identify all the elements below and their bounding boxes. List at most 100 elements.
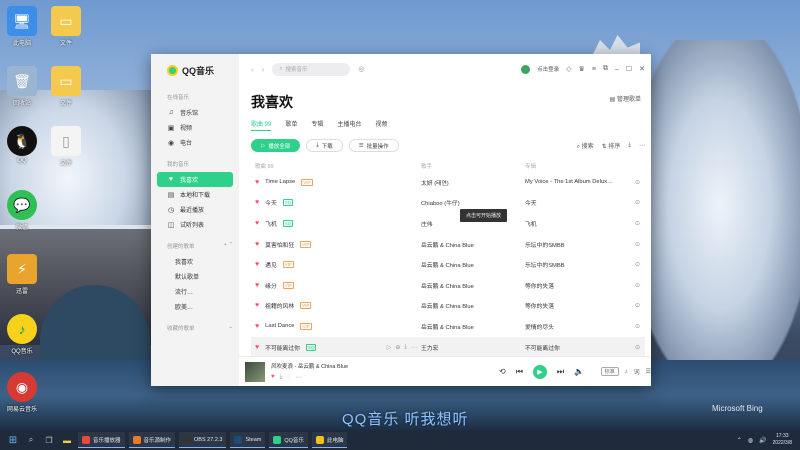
playlist-item[interactable]: 默认歌单 bbox=[157, 269, 233, 284]
search-icon[interactable]: ⌕ bbox=[24, 435, 38, 445]
heart-icon[interactable]: ♥ bbox=[255, 323, 259, 330]
quality-button[interactable]: 标准 bbox=[600, 367, 619, 376]
heart-icon[interactable]: ♥ bbox=[255, 261, 259, 268]
batch-operation-button[interactable]: ☰ 批量操作 bbox=[348, 139, 399, 152]
song-artist[interactable]: 岳云鹏 & China Blue bbox=[421, 281, 525, 290]
vip-icon[interactable]: ◇ bbox=[566, 65, 571, 73]
song-artist[interactable]: 岳云鹏 & China Blue bbox=[421, 301, 525, 310]
taskbar-app[interactable]: 音乐播放器 bbox=[78, 432, 125, 448]
desktop-icon-folder-1[interactable]: ▭ 文件 bbox=[44, 6, 88, 47]
sidebar-item-recent[interactable]: ◷ 最近播放 bbox=[157, 202, 233, 217]
forward-arrow-icon[interactable]: › bbox=[262, 65, 265, 74]
more-icon[interactable]: ⊙ bbox=[635, 199, 645, 206]
heart-icon[interactable]: ♥ bbox=[255, 220, 259, 227]
desktop-icon-this-pc[interactable]: 🖥 此电脑 bbox=[0, 6, 44, 47]
desktop-icon-xunlei[interactable]: ⚡ 迅雷 bbox=[0, 254, 44, 295]
next-icon[interactable]: ⏭ bbox=[557, 367, 564, 377]
song-title[interactable]: Last Dance bbox=[265, 323, 294, 329]
table-row[interactable]: ♥ 莫害怕和狂 VIP 岳云鹏 & China Blue 乐坛中的SMBB ⊙ bbox=[251, 234, 645, 255]
table-row[interactable]: ♥ 遇见 VIP 岳云鹏 & China Blue 乐坛中的SMBB ⊙ bbox=[251, 254, 645, 275]
song-artist[interactable]: 岳云鹏 & China Blue bbox=[421, 240, 525, 249]
more-icon[interactable]: ⋯ bbox=[296, 374, 302, 381]
search-in-list-button[interactable]: ⌕ 搜索 bbox=[577, 141, 594, 151]
song-title[interactable]: Time Lapse bbox=[265, 179, 295, 185]
download-icon[interactable]: ⤓ bbox=[628, 142, 631, 149]
loop-icon[interactable]: ⟲ bbox=[499, 367, 506, 376]
sidebar-item-favorites[interactable]: ♥ 我喜欢 bbox=[157, 172, 233, 187]
sidebar-item-video[interactable]: ▣ 视频 bbox=[157, 120, 233, 135]
song-album[interactable]: 今天 bbox=[525, 198, 635, 207]
chevron-down-icon[interactable]: ⌄ bbox=[228, 324, 233, 332]
tab-playlists[interactable]: 歌单 bbox=[285, 119, 297, 131]
song-title[interactable]: 缘分 bbox=[265, 281, 277, 290]
song-title[interactable]: 遇见 bbox=[265, 260, 277, 269]
song-title[interactable]: 祖籍的风林 bbox=[265, 301, 294, 310]
maximize-icon[interactable]: ☐ bbox=[626, 65, 632, 73]
task-view-icon[interactable]: ❐ bbox=[42, 436, 56, 445]
now-playing-title[interactable]: 风吹麦浪 - 岳云鹏 & China Blue bbox=[271, 362, 348, 370]
column-header-title[interactable]: 歌曲 99 bbox=[255, 162, 421, 172]
song-album[interactable]: 飞机 bbox=[525, 219, 635, 228]
desktop-icon-wechat[interactable]: 💬 微信 bbox=[0, 190, 44, 231]
login-link[interactable]: 点击登录 bbox=[537, 65, 559, 73]
avatar[interactable] bbox=[521, 64, 531, 74]
column-header-album[interactable]: 专辑 bbox=[525, 162, 635, 172]
play-all-button[interactable]: ▷ 播放全部 bbox=[251, 139, 301, 152]
minimize-icon[interactable]: – bbox=[615, 66, 619, 73]
desktop-icon-folder-2[interactable]: ▭ 文件 bbox=[44, 66, 88, 107]
close-icon[interactable]: ✕ bbox=[639, 65, 645, 73]
song-artist[interactable]: 岳云鹏 & China Blue bbox=[421, 322, 525, 331]
back-arrow-icon[interactable]: ‹ bbox=[251, 65, 254, 74]
table-row[interactable]: ♥ 不可能离过你 SQ ▷ ⊕ ⤓ ⋯ 王力宏 不可能离过你 ⊙ bbox=[251, 336, 645, 358]
sidebar-item-music-hall[interactable]: ♫ 音乐馆 bbox=[157, 105, 233, 120]
playlist-item[interactable]: 欧美… bbox=[157, 299, 233, 314]
heart-icon[interactable]: ♥ bbox=[255, 241, 259, 248]
chevron-up-icon[interactable]: ⌃ bbox=[737, 437, 742, 444]
app-logo[interactable]: QQ音乐 bbox=[167, 64, 233, 77]
download-button[interactable]: ⤓ 下载 bbox=[306, 139, 343, 152]
song-title[interactable]: 今天 bbox=[265, 198, 277, 207]
more-icon[interactable]: ⋯ bbox=[639, 142, 645, 149]
table-row[interactable]: ♥ 祖籍的风林 VIP 岳云鹏 & China Blue 等你的失落 ⊙ bbox=[251, 296, 645, 317]
desktop-icon-qq[interactable]: 🐧 QQ bbox=[0, 126, 44, 164]
add-icon[interactable]: ⊕ bbox=[395, 344, 400, 351]
more-icon[interactable]: ⊙ bbox=[635, 261, 645, 268]
more-icon[interactable]: ⊙ bbox=[635, 220, 645, 227]
song-title[interactable]: 不可能离过你 bbox=[265, 343, 300, 352]
sidebar-item-radio[interactable]: ◉ 电台 bbox=[157, 135, 233, 150]
mini-mode-icon[interactable]: ⧉ bbox=[603, 65, 608, 73]
taskbar-app[interactable]: OBS 27.2.3 bbox=[179, 432, 227, 448]
volume-icon[interactable]: 🔊 bbox=[759, 437, 766, 444]
taskbar-app[interactable]: Steam bbox=[230, 432, 266, 448]
song-album[interactable]: 爱情的尽头 bbox=[525, 322, 635, 331]
skin-icon[interactable]: ♛ bbox=[579, 65, 585, 73]
song-album[interactable]: 不可能离过你 bbox=[525, 343, 635, 352]
song-artist[interactable]: Chiaboo (牛仔) bbox=[421, 198, 525, 207]
table-row[interactable]: ♥ 飞机 SQ 庄伟 飞机 ⊙ bbox=[251, 213, 645, 234]
song-artist[interactable]: 太妍 (태연) bbox=[421, 178, 525, 187]
more-icon[interactable]: ⋯ bbox=[411, 344, 417, 351]
more-icon[interactable]: ⊙ bbox=[635, 241, 645, 248]
playlist-item[interactable]: 流行… bbox=[157, 284, 233, 299]
song-title[interactable]: 飞机 bbox=[265, 219, 277, 228]
desktop-icon-netease-music[interactable]: ◉ 网易云音乐 bbox=[0, 372, 44, 413]
sidebar-item-local-downloads[interactable]: ▤ 本地和下载 bbox=[157, 187, 233, 202]
more-icon[interactable]: ⊙ bbox=[635, 302, 645, 309]
heart-icon[interactable]: ♥ bbox=[255, 302, 259, 309]
download-icon[interactable]: ⤓ bbox=[280, 374, 283, 381]
more-icon[interactable]: ⊙ bbox=[635, 282, 645, 289]
heart-icon[interactable]: ♥ bbox=[255, 344, 259, 351]
song-album[interactable]: 乐坛中的SMBB bbox=[525, 240, 635, 249]
play-button[interactable]: ▶ bbox=[532, 364, 547, 379]
sort-button[interactable]: ⇅ 排序 bbox=[602, 141, 621, 150]
tab-radio[interactable]: 主播电台 bbox=[337, 119, 361, 131]
heart-icon[interactable]: ♥ bbox=[255, 199, 259, 206]
network-icon[interactable]: ◍ bbox=[748, 437, 753, 444]
song-title[interactable]: 莫害怕和狂 bbox=[265, 240, 294, 249]
table-row[interactable]: ♥ 今天 SQ Chiaboo (牛仔) 今天 ⊙ bbox=[251, 193, 645, 214]
add-playlist-icon[interactable]: + ⌃ bbox=[224, 242, 233, 250]
file-explorer-icon[interactable]: ▬ bbox=[60, 436, 74, 445]
desktop-icon-document[interactable]: ▯ 文件 bbox=[44, 126, 88, 167]
song-artist[interactable]: 岳云鹏 & China Blue bbox=[421, 260, 525, 269]
effects-icon[interactable]: ♪ bbox=[625, 369, 628, 375]
